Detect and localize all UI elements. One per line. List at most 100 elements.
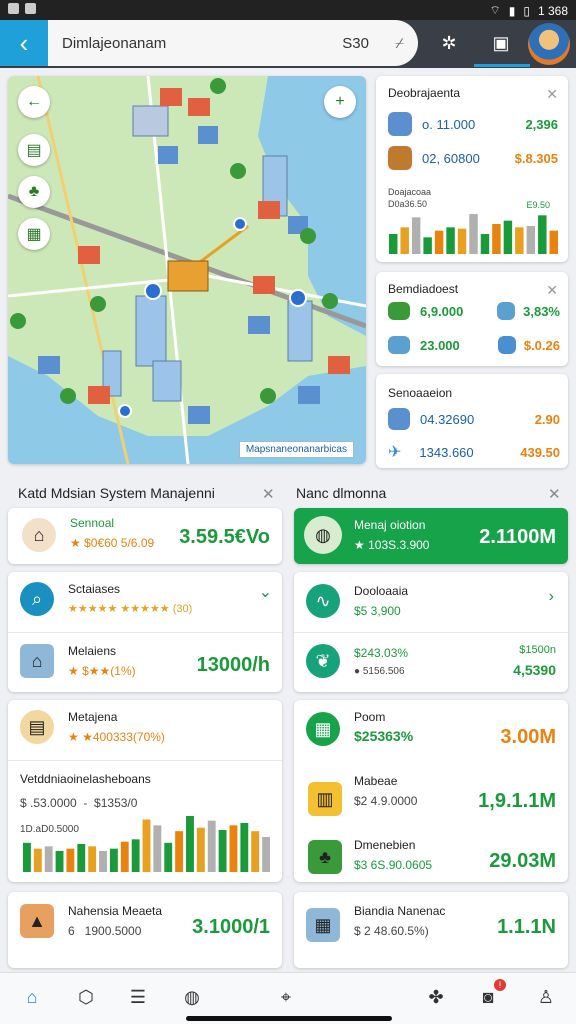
building-icon: ▲ [20, 904, 54, 938]
left-section-title: Katd Mdsian System Manajenni [18, 485, 215, 501]
chart-bar [457, 228, 467, 254]
home-icon[interactable]: ⌂ [18, 983, 46, 1011]
image-icon [25, 3, 36, 14]
chart-bar [423, 237, 432, 254]
chevron-right-icon[interactable]: › [549, 588, 554, 606]
chart-bar [196, 827, 205, 872]
leaf-icon: ❦ [306, 644, 340, 678]
money-icon [388, 336, 410, 354]
location-icon[interactable]: ⌖ [272, 983, 300, 1011]
chart-bar [77, 844, 86, 872]
avatar[interactable] [528, 23, 570, 65]
chart-bar [538, 215, 547, 254]
item-name: Mabeae [354, 774, 398, 788]
item-value: 1.1.1N [497, 916, 556, 938]
star-icon: ★ [354, 538, 369, 552]
map-tree-button[interactable]: ♣ [18, 176, 50, 208]
notification-icon [8, 3, 19, 14]
chart-bar [389, 234, 398, 254]
house-icon: ⌂ [20, 644, 54, 678]
item-value: 13000/h [196, 654, 270, 676]
box-icon [497, 336, 516, 354]
house-icon: ⌂ [22, 518, 56, 552]
settings-icon[interactable]: ✲ [434, 28, 464, 58]
stats-panel-3: Senoaaeion 04.32690 2.90 ✈ 1343.660 439.… [376, 374, 568, 468]
map-layers-button[interactable]: ▤ [18, 134, 50, 166]
list-group: ∿ Dooloaaia $5 3,900 › ❦ $243.03% ● 5156… [294, 572, 568, 692]
search-bar[interactable]: Dimlajeonanam S30 ⌿ [48, 20, 418, 66]
chart-bar [400, 227, 409, 254]
item-sub: $5 3,900 [354, 604, 401, 618]
panel-title: Senoaaeion [388, 386, 453, 400]
item-value: 29.03M [489, 850, 556, 872]
featured-card[interactable]: ◍ Menaj oiotion ★ 103S.3.900 2.1100M [294, 508, 568, 564]
chart-bar [186, 816, 194, 872]
user-icon[interactable]: ♙ [532, 983, 560, 1011]
row-value-b: $.0.26 [523, 337, 560, 353]
item-name: Dooloaaia [354, 584, 409, 598]
chart-bar [164, 842, 173, 872]
arrow-left-icon: ← [26, 93, 42, 110]
chart-bar [446, 227, 455, 254]
chart-bar [492, 224, 501, 254]
satellite-icon: ⌕ [20, 582, 54, 616]
plus-icon: + [335, 93, 345, 110]
item-name: Sctaiases [68, 582, 121, 596]
globe-icon[interactable]: ◍ [178, 983, 206, 1011]
back-button[interactable]: ‹ [0, 20, 48, 66]
item-sub: ★ ★400333(70%) [68, 730, 165, 744]
notification-badge: ! [494, 979, 506, 991]
close-icon[interactable]: ✕ [548, 485, 561, 503]
status-time: 1 368 [537, 3, 568, 18]
map-add-button[interactable]: + [324, 86, 356, 118]
list-group-chart: ▤ Metajena ★ ★400333(70%) Vetddniaoinela… [8, 700, 282, 882]
item-name: Poom [354, 710, 386, 724]
list-group: ⌕ Sctaiases ★★★★★ ★★★★★ (30) ⌄ ⌂ Melaien… [8, 572, 282, 692]
box-icon [497, 302, 516, 320]
item-value: 2.1100M [479, 526, 556, 548]
star-icon: ★ [70, 536, 85, 550]
map-view[interactable]: ← ▤ ♣ ▦ + Mapsnaneonanarbicas [8, 76, 366, 464]
item-sub: $2 4.9.0000 [354, 794, 418, 808]
status-bar: ⌔ ▮ ▯ 1 368 [0, 0, 576, 20]
building-icon [388, 112, 412, 136]
list-item[interactable]: ⌂ Sennoal ★ $0€60 5/6.09 3.59.5€Vo [8, 508, 282, 564]
chart-bar [99, 851, 107, 872]
row-value-b: 439.50 [520, 444, 560, 460]
chart-bar [33, 848, 42, 872]
map-back-button[interactable]: ← [18, 86, 50, 118]
chart-bar [109, 848, 118, 872]
chart-label: E9.50 [526, 200, 550, 210]
row-value-b: 3,83% [523, 303, 560, 319]
item-sub-text: 103S.3.900 [368, 538, 430, 552]
row-value-b: 2,396 [525, 116, 558, 132]
chart-bar [175, 831, 184, 872]
close-icon[interactable]: ✕ [546, 282, 558, 299]
panel-title: Bemdiadoest [388, 282, 459, 296]
store-icon: ▦ [306, 908, 340, 942]
row-value-a: 02, 60800 [422, 150, 480, 166]
chart-bar [218, 830, 227, 872]
row-value-a: 04.32690 [420, 411, 475, 427]
bar-chart [23, 816, 270, 872]
close-icon[interactable]: ✕ [546, 86, 558, 103]
map-building-button[interactable]: ▦ [18, 218, 50, 250]
close-icon[interactable]: ✕ [262, 485, 275, 503]
right-section-title: Nanc dlmonna [296, 485, 387, 501]
chevron-down-icon[interactable]: ⌄ [259, 582, 272, 602]
chart-bar [66, 848, 75, 872]
box-icon[interactable]: ⬡ [72, 983, 100, 1011]
list-item[interactable]: ▦ Biandia Nanenac $ 2 48.60.5%) 1.1.1N [294, 892, 568, 968]
list-icon[interactable]: ☰ [124, 983, 152, 1011]
window-icon[interactable]: ▣ [486, 28, 516, 58]
microphone-icon[interactable]: ⌿ [395, 35, 404, 52]
item-sub: $3 6S.90.0605 [354, 858, 433, 872]
search-value: S30 [342, 34, 369, 52]
tree-icon: ♣ [28, 183, 40, 200]
list-item[interactable]: ▲ Nahensia Meaeta 6 1900.5000 3.1000/1 [8, 892, 282, 968]
item-name: Sennoal [70, 516, 115, 530]
row-value-a: 6,9.000 [420, 303, 464, 319]
item-name: Nahensia Meaeta [68, 904, 163, 918]
network-icon[interactable]: ✤ [422, 983, 450, 1011]
chart-bar [23, 842, 31, 872]
